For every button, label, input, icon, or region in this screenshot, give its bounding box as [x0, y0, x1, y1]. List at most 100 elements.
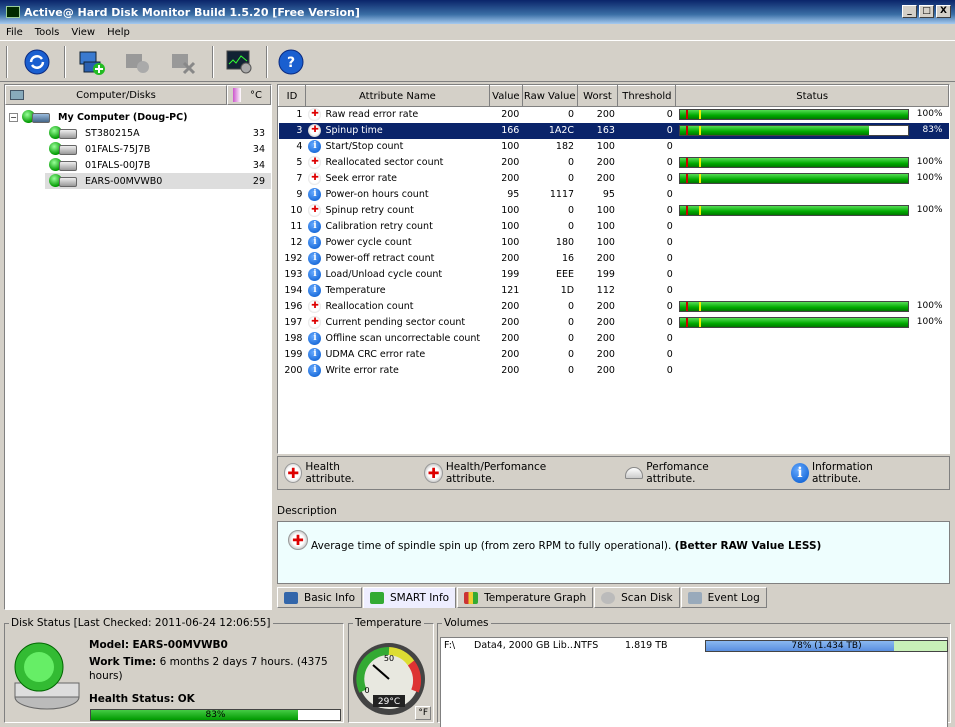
remove-disk-button[interactable] — [166, 45, 200, 79]
tree-disk[interactable]: 01FALS-00J7B 34 — [5, 157, 271, 173]
cell-value: 121 — [501, 285, 520, 296]
book-icon — [284, 591, 298, 604]
disk-icon — [49, 158, 79, 172]
cell-attribute-name: ✚ Current pending sector count — [305, 315, 489, 331]
attribute-name: Spinup retry count — [325, 205, 414, 216]
smart-row[interactable]: 194 i Temperature 121 1D 112 0 — [279, 283, 949, 299]
col-raw-value[interactable]: Raw Value — [521, 85, 578, 107]
info-attribute-icon: i — [308, 252, 322, 265]
cell-id: 1 — [296, 109, 303, 121]
cell-id: 194 — [284, 285, 303, 296]
smart-row[interactable]: 11 i Calibration retry count 100 0 100 0 — [279, 219, 949, 235]
cell-worst: 200 — [596, 349, 615, 360]
close-button[interactable]: X — [936, 5, 951, 18]
smart-row[interactable]: 12 i Power cycle count 100 180 100 0 — [279, 235, 949, 251]
col-status[interactable]: Status — [675, 85, 949, 107]
col-id[interactable]: ID — [278, 85, 306, 107]
attribute-name: Reallocation count — [325, 301, 414, 312]
fahrenheit-toggle[interactable]: °F — [415, 706, 431, 720]
smart-panel: ID Attribute Name Value Raw Value Worst … — [277, 84, 950, 454]
tree-root[interactable]: − My Computer (Doug-PC) — [5, 109, 271, 125]
cell-threshold: 0 — [666, 269, 673, 280]
cell-attribute-name: i Load/Unload cycle count — [305, 267, 489, 283]
health-perf-attribute-icon: ✚ — [308, 124, 322, 137]
menu-view[interactable]: View — [65, 27, 101, 38]
health-attribute-icon: ✚ — [308, 108, 322, 122]
tab-smart-info[interactable]: SMART Info — [363, 587, 457, 608]
cell-threshold: 0 — [666, 301, 673, 312]
col-threshold[interactable]: Threshold — [617, 85, 677, 107]
smart-row[interactable]: 193 i Load/Unload cycle count 199 EEE 199 0 — [279, 267, 949, 283]
tree-disk[interactable]: ST380215A 33 — [5, 125, 271, 141]
cell-value: 200 — [501, 365, 520, 376]
col-value[interactable]: Value — [488, 85, 523, 107]
cell-value: 200 — [501, 317, 520, 328]
cell-worst: 200 — [596, 173, 615, 184]
tree-disk[interactable]: 01FALS-75J7B 34 — [5, 141, 271, 157]
cell-threshold: 0 — [666, 253, 673, 264]
smart-row[interactable]: 200 i Write error rate 200 0 200 0 — [279, 363, 949, 379]
tree-header[interactable]: Computer/Disks — [5, 85, 227, 105]
help-button[interactable]: ? — [274, 45, 308, 79]
cell-raw-value: 1D — [560, 285, 575, 296]
menu-file[interactable]: File — [0, 27, 29, 38]
cell-attribute-name: ✚ Reallocation count — [305, 299, 489, 315]
cell-attribute-name: i Power cycle count — [305, 235, 489, 251]
attribute-name: Power-off retract count — [325, 253, 435, 264]
disk-tree-panel: Computer/Disks °C − My Computer (Doug-PC… — [4, 84, 272, 610]
smart-row[interactable]: 192 i Power-off retract count 200 16 200 0 — [279, 251, 949, 267]
attribute-name: Load/Unload cycle count — [325, 269, 443, 280]
cell-raw-value: 1117 — [549, 189, 575, 200]
cell-threshold: 0 — [666, 221, 673, 232]
attribute-name: Power-on hours count — [325, 189, 429, 200]
temp-header[interactable]: °C — [227, 85, 271, 105]
minimize-button[interactable]: _ — [902, 5, 917, 18]
temperature-value: 29°C — [378, 697, 400, 707]
col-worst[interactable]: Worst — [576, 85, 619, 107]
cell-status — [676, 283, 949, 299]
smart-row[interactable]: 197 ✚ Current pending sector count 200 0 200 0… — [279, 315, 949, 331]
refresh-button[interactable] — [20, 45, 54, 79]
tree-disk-selected[interactable]: EARS-00MVWB0 29 — [45, 173, 271, 189]
smart-row[interactable]: 4 i Start/Stop count 100 182 100 0 — [279, 139, 949, 155]
smart-row[interactable]: 3 ✚ Spinup time 166 1A2C 163 0 83% — [278, 122, 949, 139]
smart-row[interactable]: 199 i UDMA CRC error rate 200 0 200 0 — [279, 347, 949, 363]
volume-row[interactable]: F:\ Data4, 2000 GB Lib... NTFS 1.819 TB … — [441, 640, 948, 653]
cell-raw-value: 0 — [568, 349, 575, 360]
tab-basic-info[interactable]: Basic Info — [277, 587, 363, 608]
cell-status — [676, 251, 949, 267]
smart-row[interactable]: 1 ✚ Raw read error rate 200 0 200 0 100% — [279, 107, 949, 123]
cell-attribute-name: ✚ Seek error rate — [305, 171, 489, 187]
description-text: Average time of spindle spin up (from ze… — [311, 540, 675, 552]
disk-settings-button[interactable] — [120, 45, 154, 79]
menu-help[interactable]: Help — [101, 27, 136, 38]
add-disk-button[interactable] — [74, 45, 108, 79]
health-attribute-icon: ✚ — [284, 463, 303, 483]
tab-event-log[interactable]: Event Log — [680, 587, 767, 608]
smart-row[interactable]: 196 ✚ Reallocation count 200 0 200 0 100% — [279, 299, 949, 315]
tab-temperature-graph[interactable]: Temperature Graph — [457, 587, 594, 608]
cell-attribute-name: i Power-off retract count — [305, 251, 489, 267]
cell-raw-value: 0 — [568, 205, 575, 216]
smart-row[interactable]: 10 ✚ Spinup retry count 100 0 100 0 100% — [279, 203, 949, 219]
health-attribute-icon: ✚ — [308, 316, 322, 329]
temperature-panel: Temperature 50 0 29°C °F — [348, 617, 434, 723]
smart-row[interactable]: 7 ✚ Seek error rate 200 0 200 0 100% — [279, 171, 949, 187]
smart-row[interactable]: 198 i Offline scan uncorrectable count 200 0… — [279, 331, 949, 347]
smart-row[interactable]: 9 i Power-on hours count 95 1117 95 0 — [279, 187, 949, 203]
monitor-button[interactable] — [222, 45, 256, 79]
attribute-name: UDMA CRC error rate — [325, 349, 426, 360]
maximize-button[interactable]: □ — [919, 5, 934, 18]
col-attribute-name[interactable]: Attribute Name — [304, 85, 490, 107]
cell-status: 100% — [676, 171, 949, 187]
help-icon: ? — [278, 49, 304, 75]
status-percent: 100% — [916, 173, 943, 183]
smart-row[interactable]: 5 ✚ Reallocated sector count 200 0 200 0 100% — [279, 155, 949, 171]
cell-value: 200 — [501, 253, 520, 264]
cell-raw-value: 16 — [561, 253, 575, 264]
tab-scan-disk[interactable]: Scan Disk — [594, 587, 680, 608]
status-bar — [678, 157, 909, 168]
menu-tools[interactable]: Tools — [29, 27, 66, 38]
log-icon — [687, 591, 702, 604]
cell-status: 100% — [676, 315, 949, 331]
